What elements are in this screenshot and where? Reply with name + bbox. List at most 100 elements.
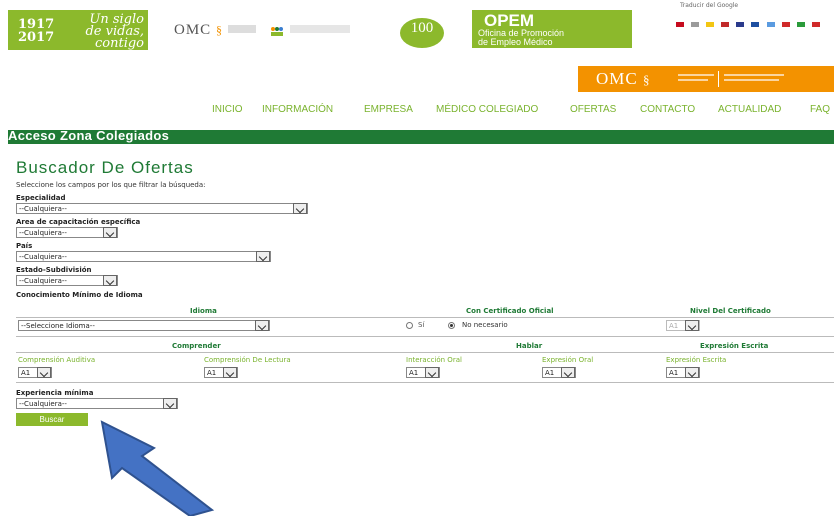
sub-auditiva: Comprensión Auditiva [18,356,96,364]
anniversary-banner: 1917 2017 Un siglo de vidas, contigo [8,10,148,50]
opem-subtitle: Oficina de Promoción de Empleo Médico [478,29,564,47]
interaccion-level-select[interactable]: A1 [406,367,440,378]
experiencia-value: --Cualquiera-- [19,400,67,408]
estado-label: Estado-Subdivisión [16,266,92,274]
orange-subtext-2 [678,79,708,81]
auditiva-level: A1 [21,369,31,377]
chevron-down-icon [37,367,51,378]
especialidad-label: Especialidad [16,194,66,202]
nav-item-medico-colegiado[interactable]: MÉDICO COLEGIADO [436,97,538,123]
flag-fr-icon[interactable] [751,22,760,27]
expresion-escrita-level-select[interactable]: A1 [666,367,700,378]
chevron-down-icon [103,227,117,238]
arrow-pointer-icon [100,420,215,516]
area-label: Area de capacitación específica [16,218,141,226]
group-escrita: Expresión Escrita [700,342,769,350]
pais-label: País [16,242,33,250]
area-value: --Cualquiera-- [19,229,67,237]
nav-item-informacion[interactable]: INFORMACIÓN [262,97,333,123]
flag-gr-icon[interactable] [766,22,775,27]
pais-select[interactable]: --Cualquiera-- [16,251,271,262]
flag-es-icon[interactable] [676,22,684,27]
foundation-logo [228,25,256,33]
anniversary-motto: Un siglo de vidas, contigo [66,13,144,51]
nav-item-contacto[interactable]: CONTACTO [640,97,695,123]
flag-de-icon[interactable] [781,22,790,27]
radio-si-label: Sí [418,321,425,329]
nav-item-inicio[interactable]: INICIO [212,97,243,123]
nav-item-ofertas[interactable]: OFERTAS [570,97,616,123]
section-band: Acceso Zona Colegiados [8,128,834,144]
omc-logo[interactable]: OMC § [174,22,223,39]
centenary-logo: 100 [400,18,444,48]
omc-orange-banner[interactable]: OMC § [578,66,834,92]
experiencia-select[interactable]: --Cualquiera-- [16,398,178,409]
especialidad-value: --Cualquiera-- [19,205,67,213]
radio-no-necesario[interactable] [448,322,455,329]
idioma-value: --Seleccione Idioma-- [21,322,95,330]
chevron-down-icon [256,251,270,262]
motto-line-3: contigo [94,36,144,51]
nav-item-faq[interactable]: FAQ [810,97,830,123]
language-flags[interactable] [676,12,822,27]
chevron-down-icon [685,367,699,378]
sub-interaccion: Interacción Oral [406,356,462,364]
chevron-down-icon [255,320,269,331]
orange-subtext-4 [724,79,779,81]
especialidad-select[interactable]: --Cualquiera-- [16,203,308,214]
expresion-escrita-level: A1 [669,369,679,377]
main-nav: INICIO INFORMACIÓN EMPRESA MÉDICO COLEGI… [200,97,834,123]
auditiva-level-select[interactable]: A1 [18,367,52,378]
page-title: Buscador De Ofertas [16,158,194,177]
flag-pt-icon[interactable] [811,22,820,27]
col-idioma: Idioma [190,307,217,315]
chevron-down-icon [103,275,117,286]
radio-no-label: No necesario [462,321,508,329]
chevron-down-icon [561,367,575,378]
area-select[interactable]: --Cualquiera-- [16,227,118,238]
centenary-text: 100 [410,20,434,36]
omc-emblem-icon: § [215,23,223,37]
estado-value: --Cualquiera-- [19,277,67,285]
table-divider [16,336,834,337]
orange-subtext-1 [678,74,714,76]
omc-logo-text: OMC [174,22,212,38]
radio-si[interactable] [406,322,413,329]
sub-lectura: Comprensión De Lectura [204,356,291,364]
flag-it-icon[interactable] [796,22,805,27]
interaccion-level: A1 [409,369,419,377]
year-end: 2017 [18,30,55,45]
sub-expresion-escrita: Expresión Escrita [666,356,727,364]
flag-gl-icon[interactable] [691,22,700,27]
people-icon [270,23,284,36]
idioma-select[interactable]: --Seleccione Idioma-- [18,320,270,331]
experiencia-label: Experiencia mínima [16,389,94,397]
table-divider [16,382,834,383]
nav-item-empresa[interactable]: EMPRESA [364,97,413,123]
sub-expresion-oral: Expresión Oral [542,356,594,364]
search-button[interactable]: Buscar [16,413,88,426]
lead-text: Seleccione los campos por los que filtra… [16,181,206,189]
orange-divider [718,71,719,87]
section-band-title: Acceso Zona Colegiados [8,128,170,143]
flag-en-icon[interactable] [736,22,745,27]
expresion-oral-level: A1 [545,369,555,377]
translate-label: Traducir del Google [680,2,739,9]
estado-select[interactable]: --Cualquiera-- [16,275,118,286]
expresion-oral-level-select[interactable]: A1 [542,367,576,378]
flag-ca-icon[interactable] [706,22,715,27]
nivel-value: A1 [669,322,679,330]
lectura-level-select[interactable]: A1 [204,367,238,378]
chevron-down-icon [685,320,699,331]
orange-omc-text: OMC [596,69,638,88]
nav-item-actualidad[interactable]: ACTUALIDAD [718,97,781,123]
anniversary-years: 1917 2017 [18,18,54,44]
orange-omc-logo: OMC § [596,69,650,89]
nivel-select[interactable]: A1 [666,320,700,331]
table-divider [16,317,834,318]
chevron-down-icon [425,367,439,378]
opem-banner[interactable]: OPEM Oficina de Promoción de Empleo Médi… [472,10,632,48]
group-hablar: Hablar [516,342,543,350]
chevron-down-icon [223,367,237,378]
flag-eu-icon[interactable] [721,22,730,27]
